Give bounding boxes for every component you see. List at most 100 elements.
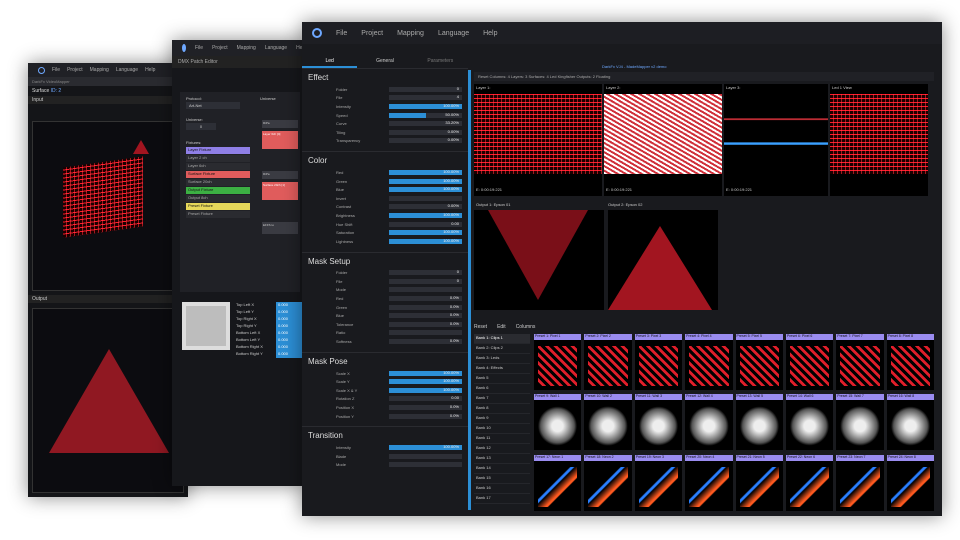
fixture-item[interactable]: Output 8ch xyxy=(186,195,250,202)
corner-value[interactable]: 0.000 xyxy=(276,344,304,351)
param-slider[interactable]: 0 xyxy=(389,86,462,92)
param-slider[interactable] xyxy=(389,330,462,336)
preset-tile[interactable]: Preset 24: Neon 8 xyxy=(886,454,934,511)
preset-tile[interactable]: Preset 15: Wall 7 xyxy=(836,394,884,451)
input-canvas[interactable] xyxy=(32,121,184,291)
fixture-item[interactable]: Layer Fixture xyxy=(186,147,250,154)
param-slider[interactable]: 0.0% xyxy=(389,295,462,302)
bank-item[interactable]: Bank 13 xyxy=(474,454,530,464)
preset-tile[interactable]: Preset 1: Pixel 1 xyxy=(534,334,582,390)
bank-item[interactable]: Bank 4: Effects xyxy=(474,364,530,374)
fixture-item[interactable]: Surface Fixture xyxy=(186,171,250,178)
param-slider[interactable]: 100.00% xyxy=(389,378,462,385)
preset-tile[interactable]: Preset 9: Wall 1 xyxy=(534,394,582,451)
universe-spinner[interactable]: 0 xyxy=(186,123,216,130)
preset-tile[interactable]: Preset 23: Neon 7 xyxy=(836,454,884,511)
corner-value[interactable]: 0.000 xyxy=(276,351,304,358)
tab-general[interactable]: General xyxy=(357,56,412,68)
fixture-item[interactable]: Layer 6ch xyxy=(186,163,250,170)
preset-tile[interactable]: Preset 11: Wall 3 xyxy=(634,394,683,451)
corner-value[interactable]: 0.000 xyxy=(276,323,304,330)
menu-language[interactable]: Language xyxy=(116,67,138,73)
bank-item[interactable]: Bank 3: Leds xyxy=(474,354,530,364)
param-slider[interactable]: 0 xyxy=(389,278,462,284)
param-slider[interactable]: 0.00 xyxy=(389,395,462,402)
preset-tile[interactable]: Preset 19: Neon 3 xyxy=(634,454,683,511)
param-slider[interactable]: 100.00% xyxy=(389,169,462,175)
param-slider[interactable]: 4 xyxy=(389,94,462,101)
corner-value[interactable]: 0.000 xyxy=(276,337,304,344)
corner-value[interactable]: 0.000 xyxy=(276,309,304,316)
preset-tile[interactable]: Preset 17: Neon 1 xyxy=(534,454,582,511)
param-slider[interactable]: 0.0% xyxy=(389,321,462,327)
menu-help[interactable]: Help xyxy=(145,67,155,73)
params-scrollbar[interactable] xyxy=(468,70,471,510)
preset-tile[interactable]: Preset 7: Pixel 7 xyxy=(836,334,884,390)
bank-item[interactable]: Bank 12 xyxy=(474,444,530,454)
param-slider[interactable]: 100.00% xyxy=(389,186,462,193)
param-slider[interactable]: 100.00% xyxy=(389,238,462,244)
param-slider[interactable] xyxy=(389,195,462,201)
menu-file[interactable]: File xyxy=(336,30,347,37)
preset-tile[interactable]: Preset 2: Pixel 2 xyxy=(584,334,632,390)
param-slider[interactable]: 100.00% xyxy=(389,229,462,236)
reset-button[interactable]: Reset xyxy=(474,324,487,330)
bank-item[interactable]: Bank 10 xyxy=(474,424,530,434)
tab-parameters[interactable]: Parameters xyxy=(413,56,468,68)
menu-project[interactable]: Project xyxy=(212,45,228,51)
bank-item[interactable]: Bank 1: Clips 1 xyxy=(474,334,530,344)
menu-mapping[interactable]: Mapping xyxy=(237,45,256,51)
bank-item[interactable]: Bank 11 xyxy=(474,434,530,444)
menu-mapping[interactable]: Mapping xyxy=(397,30,424,37)
param-slider[interactable]: 100.00% xyxy=(389,178,462,184)
preset-tile[interactable]: Preset 14: Wall 6 xyxy=(785,394,834,451)
bank-item[interactable]: Bank 16 xyxy=(474,484,530,494)
menu-help[interactable]: Help xyxy=(483,30,497,37)
menu-file[interactable]: File xyxy=(195,45,203,51)
protocol-select[interactable]: Art-Net xyxy=(186,102,240,109)
param-slider[interactable]: 0.00% xyxy=(389,137,462,144)
preset-tile[interactable]: Preset 22: Neon 6 xyxy=(785,454,834,511)
bank-item[interactable]: Bank 9 xyxy=(474,414,530,424)
bank-item[interactable]: Bank 2: Clips 2 xyxy=(474,344,530,354)
layer-view[interactable]: Layer 1: E: 0:00:19:221 xyxy=(474,84,602,196)
preset-tile[interactable]: Preset 10: Wall 2 xyxy=(584,394,632,451)
preset-tile[interactable]: Preset 13: Wall 5 xyxy=(735,394,783,451)
preset-tile[interactable]: Preset 18: Neon 2 xyxy=(584,454,632,511)
output-1-view[interactable] xyxy=(474,210,604,310)
preset-tile[interactable]: Preset 4: Pixel 4 xyxy=(685,334,733,390)
param-slider[interactable]: 33.20% xyxy=(389,120,462,127)
bank-item[interactable]: Bank 17 xyxy=(474,494,530,504)
preset-tile[interactable]: Preset 12: Wall 4 xyxy=(685,394,733,451)
param-slider[interactable]: 0.00% xyxy=(389,129,462,135)
param-slider[interactable]: 0.00% xyxy=(389,203,462,210)
corner-value[interactable]: 0.000 xyxy=(276,302,304,309)
preset-tile[interactable]: Preset 21: Neon 5 xyxy=(735,454,783,511)
fixture-item[interactable]: Output Fixture xyxy=(186,187,250,194)
param-slider[interactable]: 0.0% xyxy=(389,304,462,310)
param-slider[interactable] xyxy=(389,287,462,293)
bank-item[interactable]: Bank 7 xyxy=(474,394,530,404)
param-slider[interactable]: 0.00 xyxy=(389,221,462,227)
menu-mapping[interactable]: Mapping xyxy=(90,67,109,73)
param-slider[interactable] xyxy=(389,453,462,459)
fixture-item[interactable]: Layer 2 ch xyxy=(186,155,250,162)
bank-item[interactable]: Bank 15 xyxy=(474,474,530,484)
preset-tile[interactable]: Preset 8: Pixel 8 xyxy=(886,334,934,390)
bank-item[interactable]: Bank 8 xyxy=(474,404,530,414)
menu-file[interactable]: File xyxy=(52,67,60,73)
layer-view[interactable]: Led 1 View xyxy=(830,84,928,196)
output-canvas[interactable] xyxy=(32,308,184,493)
param-slider[interactable]: 0 xyxy=(389,269,462,276)
output-header[interactable]: Output xyxy=(28,295,188,303)
preset-tile[interactable]: Preset 6: Pixel 6 xyxy=(785,334,834,390)
menu-project[interactable]: Project xyxy=(67,67,83,73)
param-slider[interactable]: 100.00% xyxy=(389,103,462,109)
param-slider[interactable]: 0.0% xyxy=(389,404,462,411)
input-header[interactable]: Input xyxy=(28,96,188,104)
param-slider[interactable]: 0.0% xyxy=(389,312,462,319)
fixture-item[interactable]: Preset Fixture xyxy=(186,211,250,218)
layer-view[interactable]: Layer 2: E: 0:00:19:221 xyxy=(604,84,722,196)
param-slider[interactable]: 100.00% xyxy=(389,387,462,393)
fixture-item[interactable]: Preset Fixture xyxy=(186,203,250,210)
